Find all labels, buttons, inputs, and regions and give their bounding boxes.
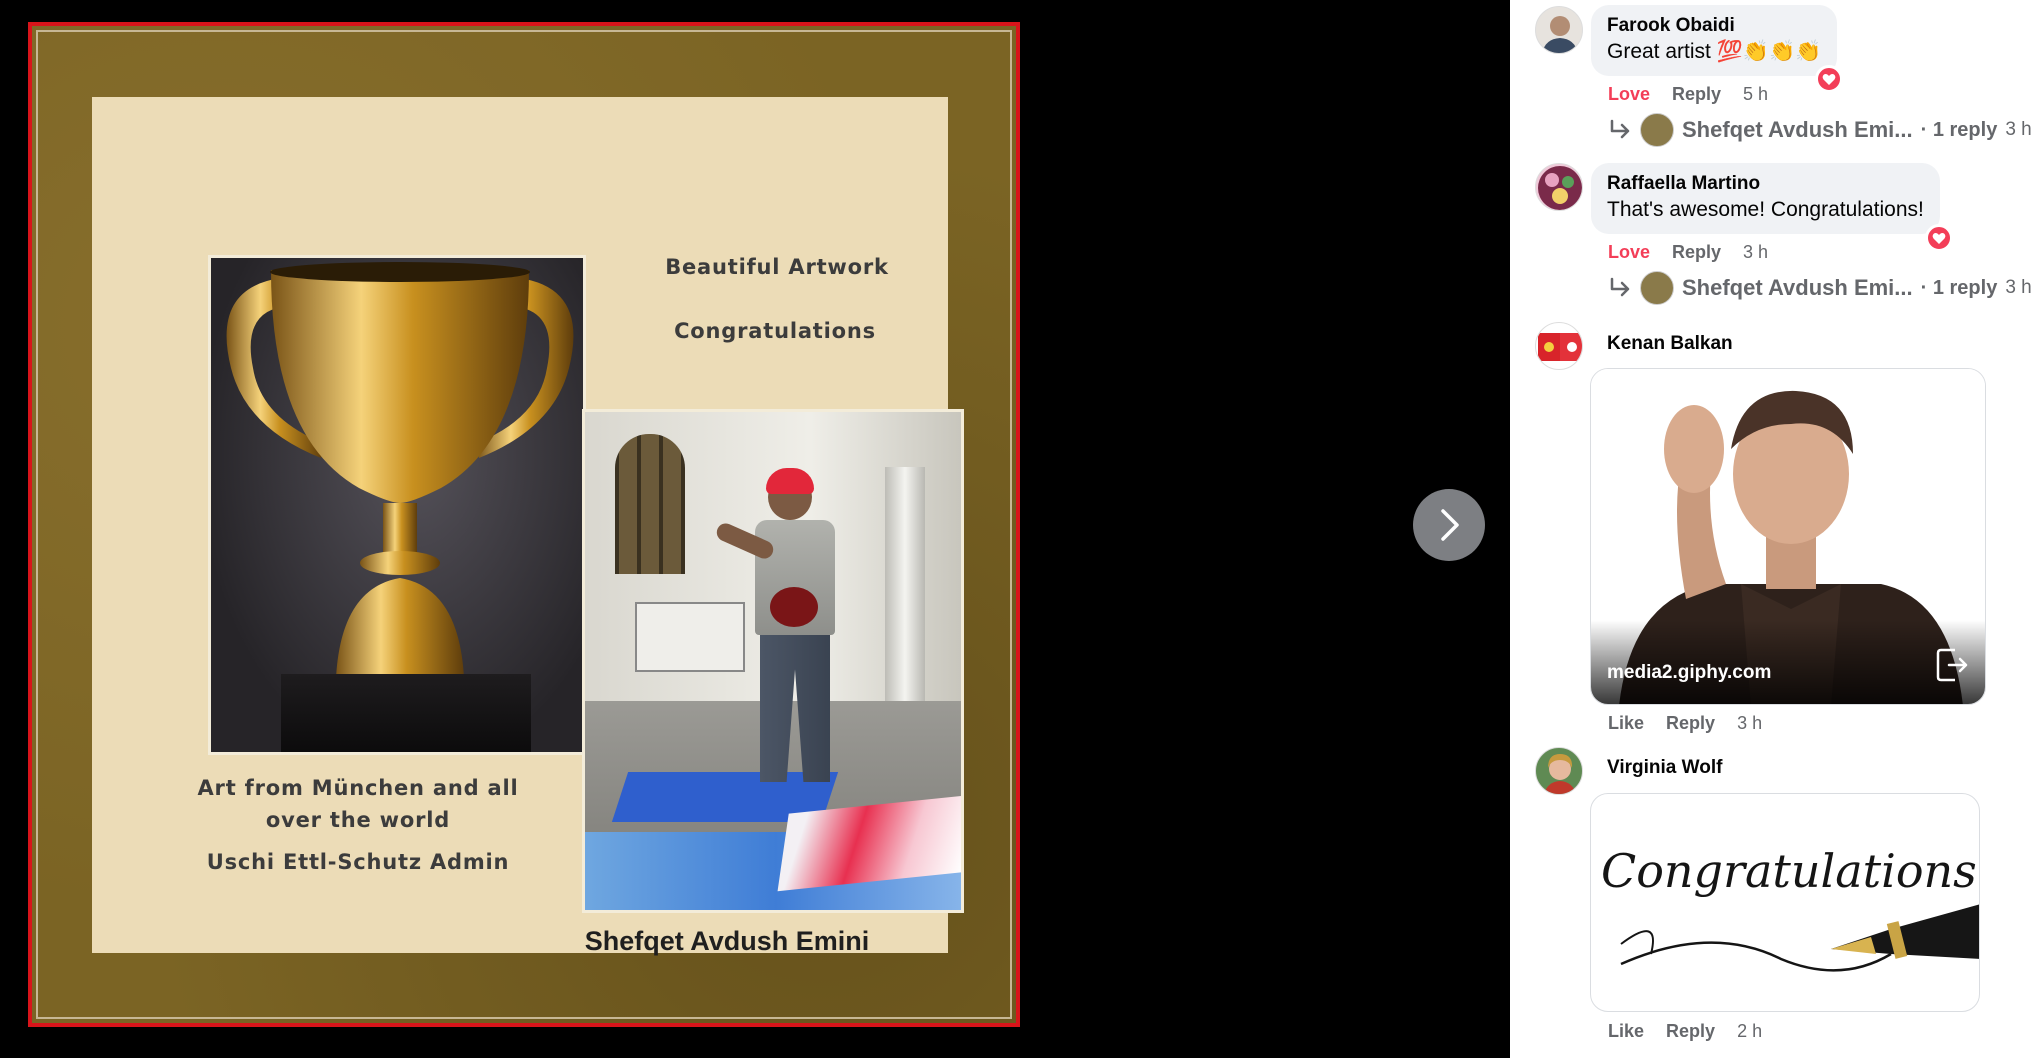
avatar bbox=[1640, 113, 1674, 147]
gif-source[interactable]: media2.giphy.com bbox=[1607, 662, 1771, 684]
comment-time[interactable]: 5 h bbox=[1743, 84, 1768, 105]
avatar bbox=[1640, 271, 1674, 305]
comment-author[interactable]: Virginia Wolf bbox=[1607, 756, 1722, 780]
comment-actions: Like Reply 3 h bbox=[1608, 713, 1762, 734]
avatar[interactable] bbox=[1535, 747, 1583, 795]
view-replies[interactable]: Shefqet Avdush Emi... · 1 reply 3 h bbox=[1608, 113, 2032, 147]
photo-card: Beautiful Artwork Congratulations Art fr… bbox=[92, 97, 964, 956]
admin-line: Uschi Ettl-Schutz Admin bbox=[206, 850, 510, 874]
like-button[interactable]: Like bbox=[1608, 713, 1644, 734]
comment-actions: Like Reply 2 h bbox=[1608, 1021, 1762, 1042]
heading-beautiful-artwork: Beautiful Artwork bbox=[665, 255, 889, 279]
reply-author: Shefqet Avdush Emi... bbox=[1682, 117, 1913, 142]
gif-attachment[interactable]: media2.giphy.com bbox=[1590, 368, 1986, 705]
comments-panel: Farook Obaidi Great artist 💯👏👏👏 Love Rep… bbox=[1510, 0, 2043, 1058]
comment-bubble: Farook Obaidi Great artist 💯👏👏👏 bbox=[1591, 5, 1838, 76]
like-button[interactable]: Like bbox=[1608, 1021, 1644, 1042]
reply-button[interactable]: Reply bbox=[1666, 713, 1715, 734]
reply-button[interactable]: Reply bbox=[1666, 1021, 1715, 1042]
heading-congratulations: Congratulations bbox=[674, 319, 876, 343]
love-reaction-button[interactable]: Love bbox=[1608, 242, 1650, 263]
chevron-right-icon bbox=[1441, 509, 1459, 541]
comment-bubble: Raffaella Martino That's awesome! Congra… bbox=[1591, 163, 1940, 234]
comment-author[interactable]: Raffaella Martino bbox=[1607, 172, 1924, 196]
reply-time: 3 h bbox=[2005, 119, 2032, 140]
gif-source-bar: media2.giphy.com bbox=[1591, 620, 1985, 704]
artist-name: Shefqet Avdush Emini bbox=[584, 926, 870, 956]
comment-text: That's awesome! Congratulations! bbox=[1607, 198, 1924, 221]
heart-icon[interactable] bbox=[1815, 65, 1843, 93]
avatar[interactable] bbox=[1535, 6, 1583, 54]
comment-text: Great artist 💯👏👏👏 bbox=[1607, 40, 1822, 63]
external-link-icon[interactable] bbox=[1935, 646, 1969, 684]
view-replies[interactable]: Shefqet Avdush Emi... · 1 reply 3 h bbox=[1608, 271, 2032, 305]
comment-actions: Love Reply 3 h bbox=[1608, 242, 1768, 263]
comment-time[interactable]: 2 h bbox=[1737, 1021, 1762, 1042]
comment-actions: Love Reply 5 h bbox=[1608, 84, 1768, 105]
comment-time[interactable]: 3 h bbox=[1743, 242, 1768, 263]
gif-attachment[interactable]: Congratulations bbox=[1590, 793, 1980, 1012]
reply-count: · 1 reply bbox=[1920, 276, 1998, 299]
comment-author[interactable]: Kenan Balkan bbox=[1607, 332, 1733, 356]
next-photo-button[interactable] bbox=[1413, 489, 1485, 561]
artist-painting-image bbox=[582, 409, 964, 913]
love-reaction-button[interactable]: Love bbox=[1608, 84, 1650, 105]
art-line: Art from Münchеn and all over the world bbox=[197, 776, 519, 832]
trophy-image bbox=[208, 255, 586, 755]
avatar[interactable] bbox=[1535, 322, 1583, 370]
photo-viewer: Beautiful Artwork Congratulations Art fr… bbox=[0, 0, 1510, 1058]
reply-count: · 1 reply bbox=[1920, 118, 1998, 141]
reply-time: 3 h bbox=[2005, 277, 2032, 298]
reply-button[interactable]: Reply bbox=[1672, 242, 1721, 263]
reply-arrow-icon bbox=[1610, 119, 1630, 139]
comment-time[interactable]: 3 h bbox=[1737, 713, 1762, 734]
heart-icon[interactable] bbox=[1925, 224, 1953, 252]
fountain-pen-image bbox=[1620, 904, 1979, 972]
reply-arrow-icon bbox=[1610, 277, 1630, 297]
avatar[interactable] bbox=[1535, 163, 1583, 211]
comment-author[interactable]: Farook Obaidi bbox=[1607, 14, 1821, 38]
photo: Beautiful Artwork Congratulations Art fr… bbox=[28, 22, 1020, 1027]
reply-button[interactable]: Reply bbox=[1672, 84, 1721, 105]
reply-author: Shefqet Avdush Emi... bbox=[1682, 275, 1913, 300]
